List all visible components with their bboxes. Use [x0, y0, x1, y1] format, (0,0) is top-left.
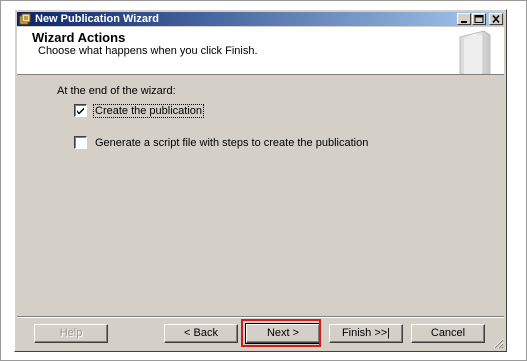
resize-grip-icon[interactable] — [492, 337, 504, 349]
window-title: New Publication Wizard — [35, 13, 159, 25]
back-button[interactable]: < Back — [164, 324, 238, 343]
maximize-icon — [474, 15, 484, 23]
help-button[interactable]: Help — [34, 324, 108, 343]
title-bar[interactable]: New Publication Wizard — [17, 12, 504, 26]
close-button[interactable] — [489, 13, 503, 25]
wizard-book-graphic — [454, 27, 496, 75]
generate-script-option[interactable]: Generate a script file with steps to cre… — [74, 136, 369, 149]
maximize-button[interactable] — [472, 13, 486, 25]
checkmark-icon — [77, 107, 84, 115]
footer-separator — [17, 316, 504, 318]
wizard-app-icon — [19, 13, 31, 25]
close-icon — [492, 15, 500, 23]
minimize-icon — [461, 21, 467, 23]
page-title: Wizard Actions — [32, 30, 126, 45]
finish-button[interactable]: Finish >>| — [329, 324, 403, 343]
page-subtitle: Choose what happens when you click Finis… — [38, 45, 258, 57]
next-button-highlight — [241, 319, 321, 347]
wizard-window: New Publication Wizard Wizard Actions Ch… — [14, 9, 507, 352]
options-group-label: At the end of the wizard: — [57, 85, 176, 97]
generate-script-checkbox[interactable] — [74, 136, 87, 149]
minimize-button[interactable] — [457, 13, 471, 25]
create-publication-option[interactable]: Create the publication — [74, 103, 205, 118]
generate-script-label[interactable]: Generate a script file with steps to cre… — [94, 137, 369, 149]
create-publication-checkbox[interactable] — [74, 104, 87, 117]
wizard-header: Wizard Actions Choose what happens when … — [17, 27, 504, 75]
cancel-button[interactable]: Cancel — [411, 324, 485, 343]
create-publication-label[interactable]: Create the publication — [92, 103, 205, 118]
